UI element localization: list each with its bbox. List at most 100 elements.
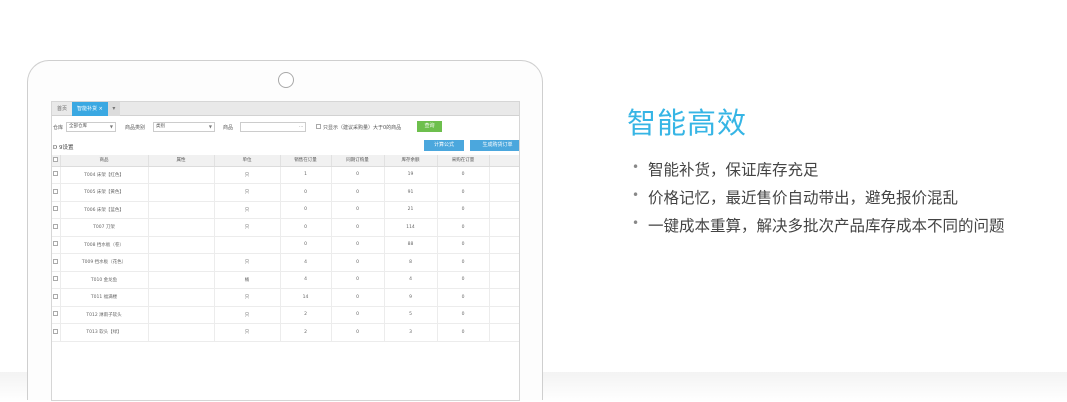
table-cell xyxy=(148,183,215,202)
row-select-cell[interactable] xyxy=(52,201,61,219)
row-checkbox[interactable] xyxy=(53,223,59,229)
table-cell: 只 xyxy=(214,201,281,219)
tab-menu-chevron-down-icon[interactable]: ▾ xyxy=(107,102,120,116)
table-cell: 0 xyxy=(489,166,519,184)
generate-order-button[interactable]: 生成购货订单 xyxy=(470,140,519,151)
table-row[interactable]: T004 床架【红色】只101900 xyxy=(52,166,519,184)
row-select-cell[interactable] xyxy=(52,236,61,254)
table-cell: 3 xyxy=(384,323,438,342)
table-cell: 8 xyxy=(384,253,438,272)
table-cell: 14 xyxy=(280,288,332,307)
promo-banner: 首页 智能补货 × ▾ 仓库 全部仓库 ▼ 商品类别 类别 ▼ 商品 ··· 只… xyxy=(0,0,1067,402)
table-cell: 0 xyxy=(331,306,385,324)
row-select-cell[interactable] xyxy=(52,166,61,184)
column-header: 库存余额 xyxy=(384,155,438,167)
table-cell: 0 xyxy=(331,218,385,237)
row-checkbox[interactable] xyxy=(53,171,59,177)
feature-text: 智能补货，保证库存充足 xyxy=(648,161,819,179)
positive-only-label: 只显示（建议采购量）大于0的商品 xyxy=(323,125,402,131)
more-icon[interactable]: ··· xyxy=(299,123,303,131)
table-cell: 0 xyxy=(331,236,385,254)
table-row[interactable]: T009 挡水板（花色）只40800 xyxy=(52,253,519,272)
table-cell: T006 床架【蓝色】 xyxy=(60,201,149,219)
table-cell xyxy=(214,236,281,254)
warehouse-label: 仓库 xyxy=(53,125,64,131)
table-cell: 0 xyxy=(437,253,490,272)
tab-smart-replenish[interactable]: 智能补货 × xyxy=(72,102,108,116)
row-checkbox[interactable] xyxy=(53,241,59,247)
table-cell: 2 xyxy=(280,306,332,324)
product-input[interactable]: ··· xyxy=(240,122,306,132)
table-cell: 0 xyxy=(280,236,332,254)
select-all-checkbox[interactable] xyxy=(52,155,61,167)
table-cell: 5 xyxy=(384,306,438,324)
column-header: 单位 xyxy=(214,155,281,167)
table-cell: 0 xyxy=(489,183,519,202)
table-cell xyxy=(148,166,215,184)
tab-home[interactable]: 首页 xyxy=(52,102,72,116)
table-cell: 只 xyxy=(214,306,281,324)
row-select-cell[interactable] xyxy=(52,288,61,307)
table-row[interactable]: T010 金龙鱼桶40400 xyxy=(52,271,519,289)
table-row[interactable]: T005 床架【黄色】只009100 xyxy=(52,183,519,202)
row-checkbox[interactable] xyxy=(53,293,59,299)
table-cell: T011 福满楼 xyxy=(60,288,149,307)
table-cell: 只 xyxy=(214,218,281,237)
query-button[interactable]: 查询 xyxy=(417,121,442,132)
row-select-cell[interactable] xyxy=(52,323,61,342)
table-cell xyxy=(148,218,215,237)
row-checkbox[interactable] xyxy=(53,276,59,282)
table-row[interactable]: T013 软头【绿】只20300 xyxy=(52,323,519,342)
feature-item: • 智能补货，保证库存充足 xyxy=(632,158,1005,186)
table-cell: 0 xyxy=(437,218,490,237)
table-cell: 只 xyxy=(214,323,281,342)
row-checkbox[interactable] xyxy=(53,206,59,212)
column-header: 商品 xyxy=(60,155,149,167)
table-row[interactable]: T012 淋雨子软头只20500 xyxy=(52,306,519,324)
table-toolbar: D 9设置 计算公式 生成购货订单 xyxy=(52,138,519,155)
row-checkbox[interactable] xyxy=(53,258,59,264)
positive-only-checkbox[interactable] xyxy=(316,124,321,129)
feature-list: • 智能补货，保证库存充足 • 价格记忆，最近售价自动带出，避免报价混乱 • 一键成本… xyxy=(632,158,1005,242)
row-select-cell[interactable] xyxy=(52,253,61,272)
table-cell: 0 xyxy=(437,323,490,342)
table-cell xyxy=(148,306,215,324)
table-cell: 0 xyxy=(489,236,519,254)
table-row[interactable]: T007 刀架只0011400 xyxy=(52,218,519,237)
table-cell: 0 xyxy=(437,183,490,202)
row-checkbox[interactable] xyxy=(53,311,59,317)
table-cell: 0 xyxy=(437,236,490,254)
warehouse-select[interactable]: 全部仓库 ▼ xyxy=(66,122,116,132)
row-select-cell[interactable] xyxy=(52,271,61,289)
table-cell: T008 挡水板（卷） xyxy=(60,236,149,254)
table-row[interactable]: T008 挡水板（卷）008800 xyxy=(52,236,519,254)
table-cell xyxy=(148,323,215,342)
filter-bar: 仓库 全部仓库 ▼ 商品类别 类别 ▼ 商品 ··· 只显示（建议采购量）大于0的商… xyxy=(52,116,519,138)
table-cell: T007 刀架 xyxy=(60,218,149,237)
table-cell: 只 xyxy=(214,183,281,202)
table-row[interactable]: T006 床架【蓝色】只002100 xyxy=(52,201,519,219)
table-cell: 0 xyxy=(437,201,490,219)
tab-smart-replenish-label: 智能补货 xyxy=(77,106,98,112)
category-select[interactable]: 类别 ▼ xyxy=(153,122,215,132)
row-select-cell[interactable] xyxy=(52,183,61,202)
tablet-frame: 首页 智能补货 × ▾ 仓库 全部仓库 ▼ 商品类别 类别 ▼ 商品 ··· 只… xyxy=(27,60,543,401)
row-checkbox[interactable] xyxy=(53,328,59,334)
table-cell: 0 xyxy=(489,218,519,237)
row-checkbox[interactable] xyxy=(53,188,59,194)
table-cell: 2 xyxy=(280,323,332,342)
feature-text: 一键成本重算，解决多批次产品库存成本不同的问题 xyxy=(648,217,1005,235)
table-row[interactable]: T011 福满楼只140900 xyxy=(52,288,519,307)
tab-home-label: 首页 xyxy=(57,106,68,112)
chevron-down-icon: ▼ xyxy=(109,124,113,129)
column-header: 最低 xyxy=(489,155,519,167)
close-icon[interactable]: × xyxy=(99,106,103,112)
row-select-cell[interactable] xyxy=(52,306,61,324)
table-cell: 0 xyxy=(331,323,385,342)
formula-button[interactable]: 计算公式 xyxy=(424,140,464,151)
row-select-cell[interactable] xyxy=(52,218,61,237)
table-cell: 4 xyxy=(280,253,332,272)
bullet-icon: • xyxy=(632,188,640,202)
table-cell: 4 xyxy=(384,271,438,289)
checkbox-icon[interactable] xyxy=(53,156,59,162)
